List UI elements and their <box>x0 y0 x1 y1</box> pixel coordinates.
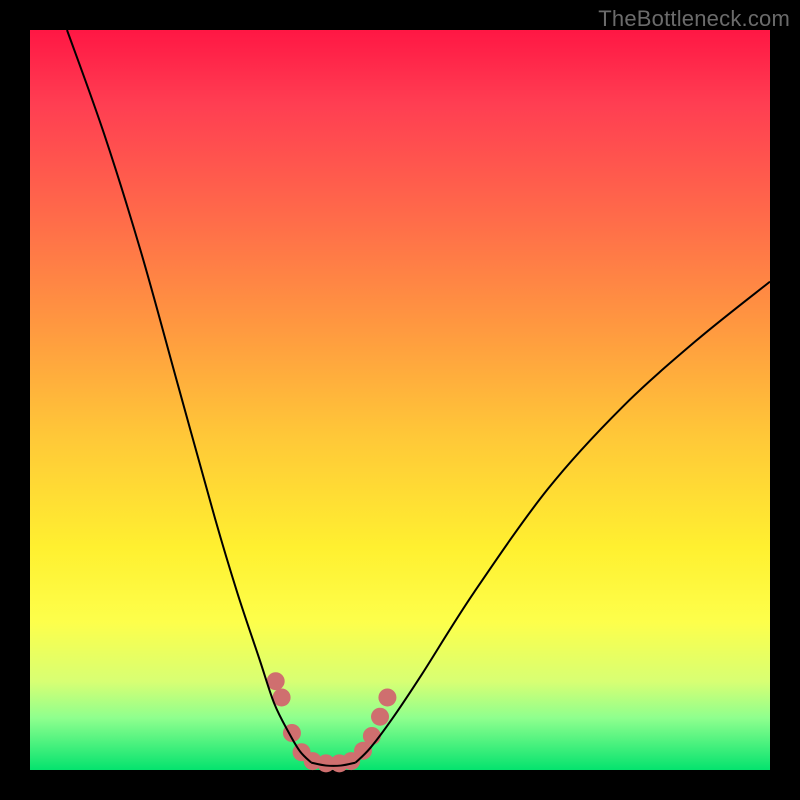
chart-svg <box>30 30 770 770</box>
valley-dots-group <box>267 672 397 772</box>
valley-dot <box>363 727 381 745</box>
chart-frame: TheBottleneck.com <box>0 0 800 800</box>
left-curve <box>67 30 311 763</box>
valley-dot <box>371 708 389 726</box>
right-curve <box>356 282 770 763</box>
plot-area <box>30 30 770 770</box>
valley-dot <box>378 688 396 706</box>
watermark-text: TheBottleneck.com <box>598 6 790 32</box>
